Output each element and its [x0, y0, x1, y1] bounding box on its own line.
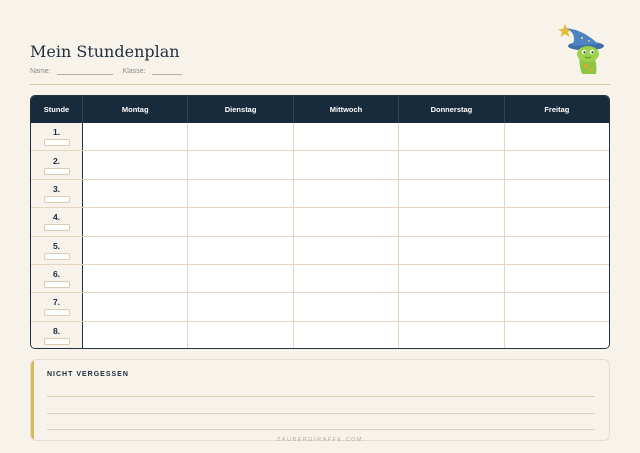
schedule-cell[interactable]: [293, 179, 400, 208]
schedule-cell[interactable]: [399, 179, 505, 208]
schedule-cell[interactable]: [188, 123, 294, 151]
schedule-cell[interactable]: [83, 179, 189, 208]
time-box[interactable]: [43, 281, 70, 289]
period-number: 8.: [52, 325, 61, 336]
table-row: 7.: [31, 292, 609, 321]
schedule-cell[interactable]: [293, 208, 400, 236]
schedule-cell[interactable]: [399, 208, 505, 236]
table-body: 1. 2. 3. 4. 5. 6. 7. 8.: [31, 123, 609, 348]
period-cell: 2.: [31, 151, 83, 179]
schedule-cell[interactable]: [399, 236, 505, 264]
table-row: 4.: [31, 207, 609, 236]
period-number: 5.: [52, 240, 61, 251]
table-row: 3.: [31, 178, 609, 208]
header-divider: [30, 84, 610, 85]
time-box[interactable]: [43, 139, 70, 147]
schedule-cell[interactable]: [504, 236, 609, 264]
footer-brand: ZAUBERGIRAFFE.COM: [276, 437, 363, 443]
table-row: 1.: [31, 123, 609, 151]
schedule-cell[interactable]: [293, 293, 400, 321]
schedule-cell[interactable]: [188, 264, 294, 293]
wizard-giraffe-icon: [558, 24, 604, 74]
period-cell: 4.: [31, 208, 83, 236]
schedule-cell[interactable]: [399, 321, 505, 348]
period-number: 1.: [52, 127, 61, 138]
period-cell: 5.: [31, 236, 83, 264]
period-number: 6.: [52, 269, 61, 280]
schedule-cell[interactable]: [504, 264, 609, 293]
header-day: Montag: [83, 96, 189, 123]
klasse-input-line[interactable]: [151, 67, 182, 75]
schedule-cell[interactable]: [504, 151, 609, 179]
student-info: Name: Klasse:: [30, 67, 182, 75]
name-label: Name:: [30, 68, 51, 75]
name-field: Name:: [30, 67, 123, 75]
table-header: Stunde Montag Dienstag Mittwoch Donnerst…: [31, 96, 609, 123]
note-line[interactable]: [47, 429, 595, 430]
schedule-cell[interactable]: [399, 293, 505, 321]
header-day: Mittwoch: [294, 96, 400, 123]
time-box[interactable]: [43, 195, 70, 203]
schedule-cell[interactable]: [83, 321, 189, 348]
schedule-cell[interactable]: [83, 236, 189, 264]
schedule-cell[interactable]: [504, 293, 609, 321]
schedule-cell[interactable]: [83, 123, 189, 151]
page-title: Mein Stundenplan: [30, 42, 180, 61]
period-number: 3.: [52, 183, 61, 194]
table-row: 5.: [31, 235, 609, 264]
schedule-cell[interactable]: [188, 208, 294, 236]
table-row: 6.: [31, 263, 609, 293]
period-number: 4.: [52, 212, 61, 223]
schedule-cell[interactable]: [83, 264, 189, 293]
schedule-cell[interactable]: [293, 151, 400, 179]
notes-box: NICHT VERGESSEN: [30, 359, 610, 441]
period-cell: 8.: [31, 321, 83, 348]
schedule-cell[interactable]: [504, 179, 609, 208]
table-row: 2.: [31, 150, 609, 179]
schedule-cell[interactable]: [83, 151, 189, 179]
time-box[interactable]: [43, 252, 70, 260]
period-number: 2.: [52, 155, 61, 166]
time-box[interactable]: [43, 337, 70, 345]
schedule-cell[interactable]: [188, 321, 294, 348]
header-day: Dienstag: [188, 96, 294, 123]
schedule-cell[interactable]: [399, 151, 505, 179]
table-row: 8.: [31, 320, 609, 348]
period-number: 7.: [52, 297, 61, 308]
schedule-cell[interactable]: [188, 293, 294, 321]
time-box[interactable]: [43, 309, 70, 317]
schedule-cell[interactable]: [83, 208, 189, 236]
schedule-cell[interactable]: [293, 236, 400, 264]
name-input-line[interactable]: [56, 67, 113, 75]
schedule-cell[interactable]: [504, 123, 609, 151]
klasse-field: Klasse:: [123, 67, 182, 75]
schedule-cell[interactable]: [399, 264, 505, 293]
schedule-cell[interactable]: [188, 151, 294, 179]
header-day: Donnerstag: [399, 96, 505, 123]
period-cell: 3.: [31, 179, 83, 208]
note-line[interactable]: [47, 413, 595, 414]
notes-heading: NICHT VERGESSEN: [47, 371, 129, 378]
header-stunde: Stunde: [31, 96, 83, 123]
notes-accent-bar: [31, 360, 34, 440]
schedule-cell[interactable]: [293, 123, 400, 151]
schedule-cell[interactable]: [399, 123, 505, 151]
schedule-table: Stunde Montag Dienstag Mittwoch Donnerst…: [30, 95, 610, 349]
klasse-label: Klasse:: [122, 68, 146, 75]
header-day: Freitag: [544, 105, 570, 114]
schedule-cell[interactable]: [504, 321, 609, 348]
schedule-cell[interactable]: [293, 264, 400, 293]
schedule-cell[interactable]: [293, 321, 400, 348]
period-cell: 7.: [31, 293, 83, 321]
period-cell: 1.: [31, 123, 83, 151]
schedule-cell[interactable]: [504, 208, 609, 236]
schedule-cell[interactable]: [83, 293, 189, 321]
time-box[interactable]: [43, 224, 70, 232]
time-box[interactable]: [43, 167, 70, 175]
period-cell: 6.: [31, 264, 83, 293]
schedule-cell[interactable]: [188, 236, 294, 264]
schedule-cell[interactable]: [188, 179, 294, 208]
note-line[interactable]: [47, 396, 595, 397]
